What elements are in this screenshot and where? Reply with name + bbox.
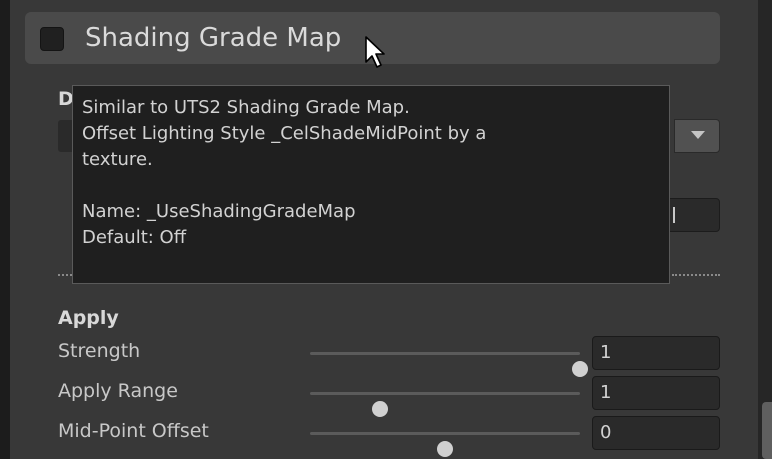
tooltip-line: Similar to UTS2 Shading Grade Map. [82,97,410,118]
strength-slider-thumb[interactable] [572,361,588,377]
mid-point-offset-slider[interactable] [310,432,580,457]
mouse-pointer-icon [365,36,385,68]
tooltip-gap [82,173,669,199]
mid-point-offset-label: Mid-Point Offset [58,420,209,442]
apply-range-label: Apply Range [58,380,178,402]
apply-range-row: Apply Range 1 [58,376,720,417]
scrollbar-thumb[interactable] [762,402,772,459]
tooltip-line: Name: _UseShadingGradeMap [82,201,356,222]
section-title[interactable]: Shading Grade Map [85,20,341,56]
divider [58,274,72,276]
tooltip-line: Offset Lighting Style _CelShadeMidPoint … [82,123,487,144]
apply-range-field[interactable]: 1 [592,376,720,410]
mid-point-offset-row: Mid-Point Offset 0 [58,416,720,457]
strength-row: Strength 1 [58,336,720,377]
tooltip-line: Default: Off [82,227,187,248]
tooltip: Similar to UTS2 Shading Grade Map. Offse… [72,85,670,284]
strength-label: Strength [58,340,141,362]
shading-grade-map-checkbox[interactable] [40,27,64,51]
scrollbar-track[interactable] [758,0,772,459]
obscured-value-field[interactable] [668,198,720,232]
strength-slider[interactable] [310,352,588,377]
mid-point-offset-field[interactable]: 0 [592,416,720,450]
apply-header: Apply [58,307,119,329]
divider [672,274,720,276]
tooltip-line: texture. [82,149,153,170]
mid-point-offset-slider-thumb[interactable] [437,441,453,457]
dropdown-arrow-icon[interactable] [691,131,705,139]
strength-field[interactable]: 1 [592,336,720,370]
apply-range-slider[interactable] [310,392,580,417]
